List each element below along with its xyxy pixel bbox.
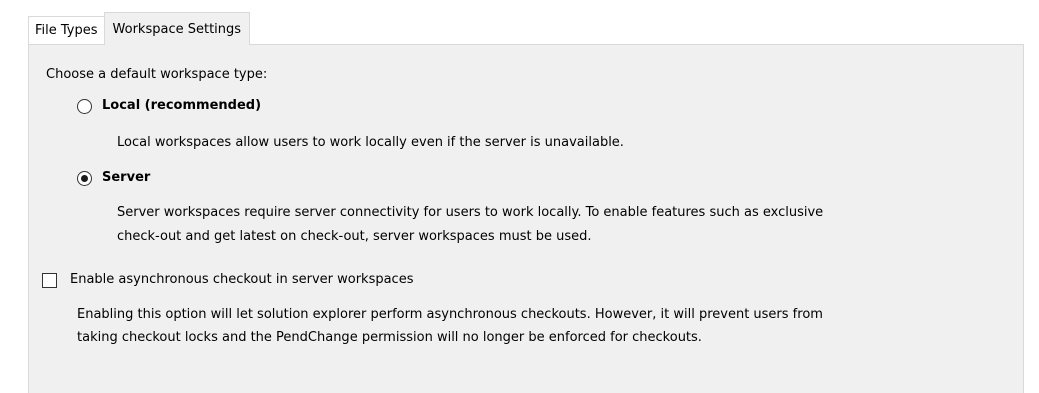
- async-checkout-description-line-1: Enabling this option will let solution e…: [77, 307, 823, 322]
- server-option-description-line-1: Server workspaces require server connect…: [117, 205, 824, 220]
- source-control-settings-dialog: File Types Workspace Settings Choose a d…: [0, 0, 1039, 393]
- tab-strip: File Types Workspace Settings: [28, 12, 251, 45]
- radio-selected-dot: [81, 175, 88, 182]
- async-checkout-label[interactable]: Enable asynchronous checkout in server w…: [70, 272, 413, 287]
- tab-file-types[interactable]: File Types: [28, 16, 104, 44]
- local-radio-button[interactable]: [77, 99, 92, 114]
- server-radio-button[interactable]: [77, 171, 92, 186]
- async-checkout-checkbox[interactable]: [42, 273, 57, 288]
- workspace-settings-panel: Choose a default workspace type: Local (…: [28, 44, 1024, 393]
- tab-workspace-settings[interactable]: Workspace Settings: [103, 12, 251, 45]
- server-option-label[interactable]: Server: [102, 170, 150, 185]
- local-option-description: Local workspaces allow users to work loc…: [117, 135, 624, 150]
- server-option-description-line-2: check-out and get latest on check-out, s…: [117, 229, 592, 244]
- async-checkout-description-line-2: taking checkout locks and the PendChange…: [77, 330, 702, 345]
- workspace-type-prompt: Choose a default workspace type:: [46, 67, 268, 82]
- local-option-label[interactable]: Local (recommended): [102, 98, 261, 113]
